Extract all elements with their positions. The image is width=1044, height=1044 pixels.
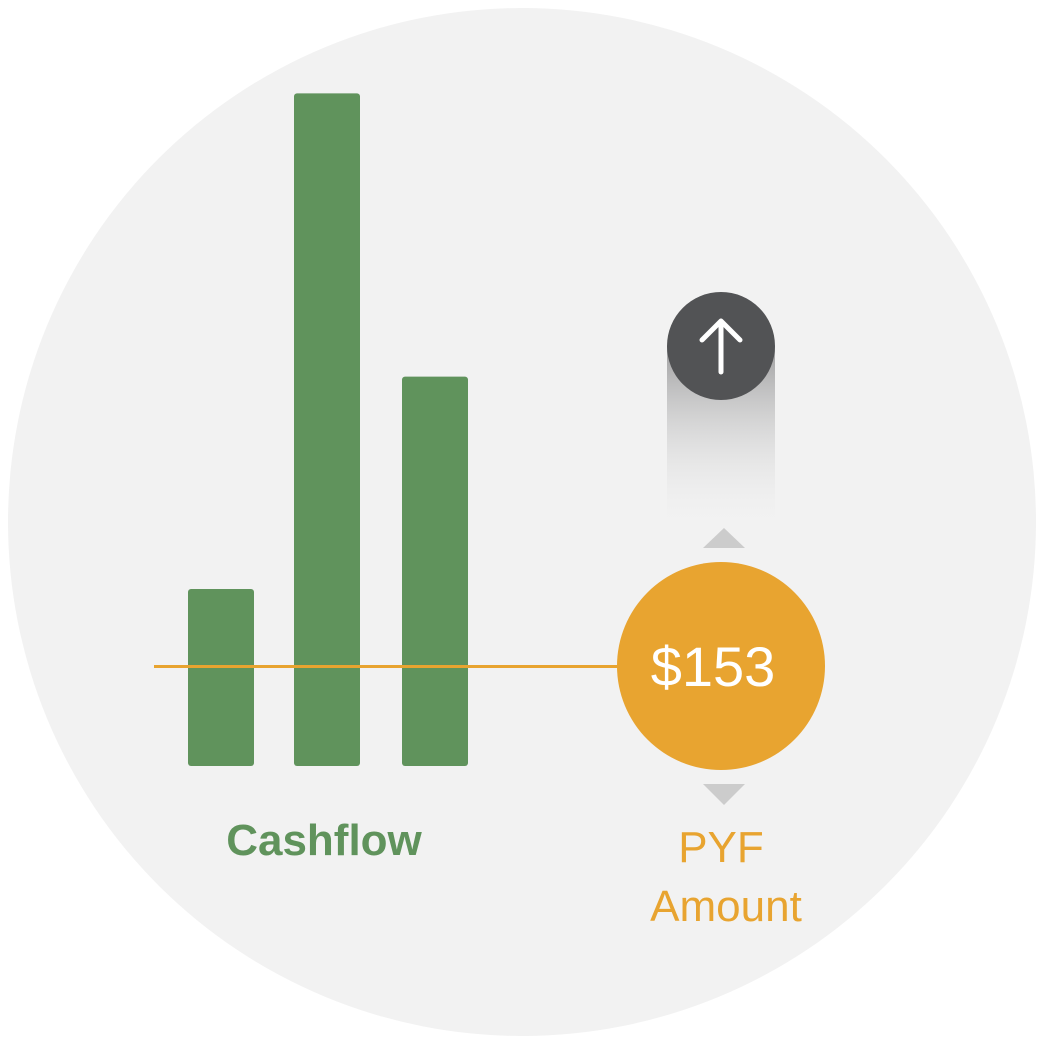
illustration-canvas: $153 Cashflow PYF Amount	[8, 8, 1036, 1036]
pyf-amount-bubble[interactable]: $153	[617, 562, 825, 770]
pyf-cashflow-illustration: $153 Cashflow PYF Amount	[0, 0, 1044, 1044]
cashflow-bar-3	[402, 376, 468, 766]
pyf-label-line1: PYF	[678, 823, 764, 872]
increase-button[interactable]	[667, 292, 775, 400]
pyf-label-line2: Amount	[650, 882, 802, 931]
background-circle	[8, 8, 1036, 1036]
cashflow-label: Cashflow	[226, 816, 422, 865]
pyf-amount-value: $153	[651, 635, 776, 698]
cashflow-bar-1	[188, 589, 254, 766]
